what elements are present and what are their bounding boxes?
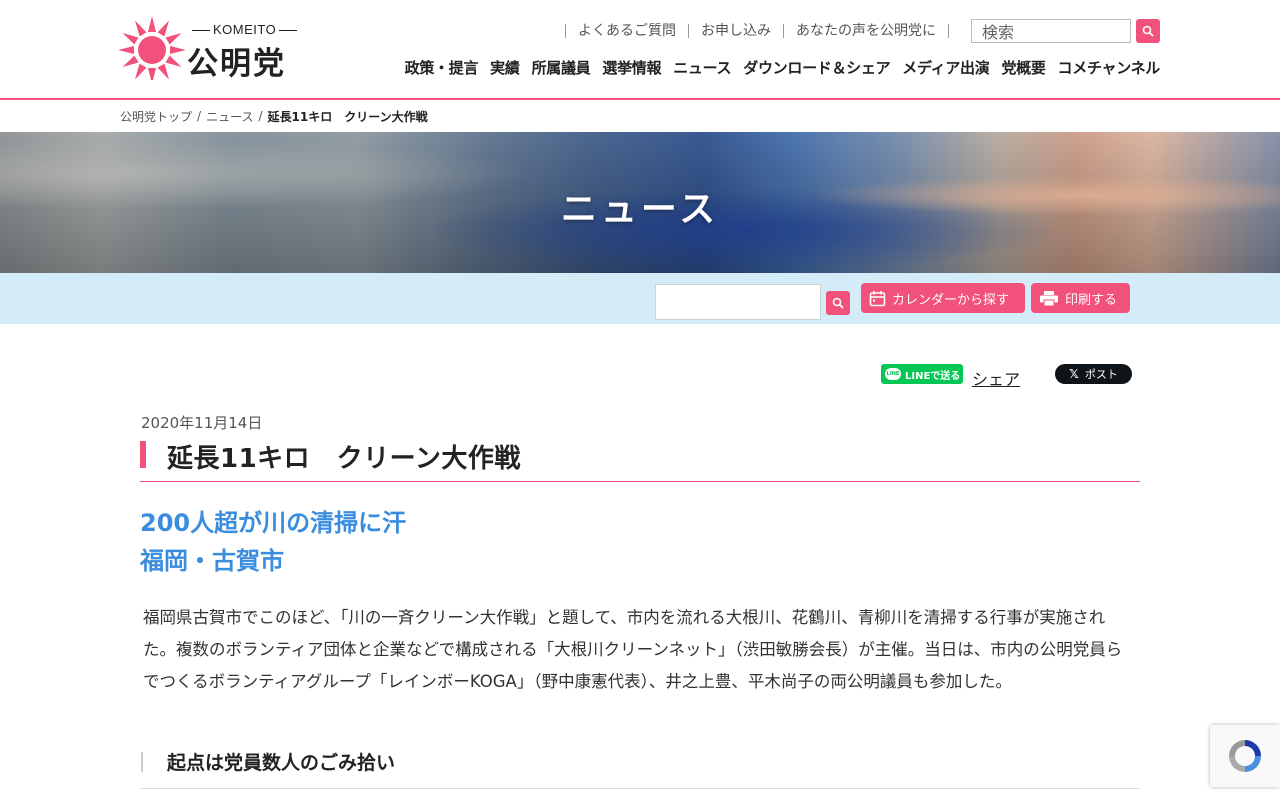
section-heading-bar xyxy=(141,752,143,772)
breadcrumb-news[interactable]: ニュース xyxy=(206,108,253,125)
breadcrumb-separator: / xyxy=(258,109,263,123)
article-body: 福岡県古賀市でこのほど、「川の一斉クリーン大作戦」と題して、市内を流れる大根川、… xyxy=(143,608,1123,691)
calendar-search-button[interactable]: カレンダーから探す xyxy=(861,283,1025,313)
breadcrumb: 公明党トップ / ニュース / 延長11キロ クリーン大作戦 xyxy=(0,100,1280,132)
sun-logo-icon xyxy=(119,16,185,80)
article-title: 延長11キロ クリーン大作戦 xyxy=(167,444,521,474)
subtitle-line-1: 200人超が川の清掃に汗 xyxy=(140,509,407,537)
line-share-label: LINEで送る xyxy=(905,370,961,382)
nav-news[interactable]: ニュース xyxy=(673,57,731,78)
apply-link[interactable]: お申し込み xyxy=(688,24,783,38)
news-search-input[interactable] xyxy=(655,284,821,320)
faq-link[interactable]: よくあるご質問 xyxy=(565,24,688,38)
nav-achievements[interactable]: 実績 xyxy=(490,57,520,78)
site-search-input[interactable] xyxy=(971,19,1131,43)
x-post-label: ポスト xyxy=(1084,368,1118,381)
site-header: KOMEITO 公明党 よくあるご質問 お申し込み あなたの声を公明党に 政策・… xyxy=(0,0,1280,98)
nav-media[interactable]: メディア出演 xyxy=(902,57,989,78)
global-nav: 政策・提言 実績 所属議員 選挙情報 ニュース ダウンロード＆シェア メディア出… xyxy=(393,57,1161,78)
article-subtitle: 200人超が川の清掃に汗 福岡・古賀市 xyxy=(140,504,406,580)
x-post-button[interactable]: 𝕏 ポスト xyxy=(1055,364,1132,384)
nav-policy[interactable]: 政策・提言 xyxy=(405,57,479,78)
article-toolbar: カレンダーから探す 印刷する xyxy=(0,273,1280,324)
subtitle-line-2: 福岡・古賀市 xyxy=(140,547,284,575)
hero-title: ニュース xyxy=(560,189,720,230)
nav-download[interactable]: ダウンロード＆シェア xyxy=(743,57,890,78)
nav-members[interactable]: 所属議員 xyxy=(532,57,591,78)
search-icon xyxy=(832,297,844,309)
line-share-button[interactable]: LINE LINEで送る xyxy=(881,364,963,384)
utility-nav: よくあるご質問 お申し込み あなたの声を公明党に xyxy=(565,18,1160,44)
nav-elections[interactable]: 選挙情報 xyxy=(602,57,661,78)
article-title-block: 延長11キロ クリーン大作戦 xyxy=(140,434,1140,482)
logo-japanese-text: 公明党 xyxy=(187,46,286,82)
printer-icon xyxy=(1040,290,1058,306)
hero-banner: ニュース xyxy=(0,132,1280,273)
share-buttons: LINE LINEで送る シェア 𝕏 ポスト xyxy=(880,364,1140,389)
article-date: 2020年11月14日 xyxy=(141,414,263,432)
recaptcha-badge[interactable] xyxy=(1210,725,1280,787)
voice-link[interactable]: あなたの声を公明党に xyxy=(783,24,949,38)
logo-english-text: KOMEITO xyxy=(189,22,300,37)
print-button-label: 印刷する xyxy=(1065,292,1118,308)
calendar-button-label: カレンダーから探す xyxy=(892,292,1010,308)
site-search-button[interactable] xyxy=(1136,19,1160,43)
line-logo-icon: LINE xyxy=(885,368,901,380)
breadcrumb-current: 延長11キロ クリーン大作戦 xyxy=(267,109,428,124)
section-heading-block: 起点は党員数人のごみ拾い xyxy=(140,744,1140,789)
x-logo-icon: 𝕏 xyxy=(1069,367,1079,381)
recaptcha-icon xyxy=(1229,740,1261,772)
news-search-button[interactable] xyxy=(826,291,850,315)
print-button[interactable]: 印刷する xyxy=(1031,283,1130,313)
breadcrumb-home[interactable]: 公明党トップ xyxy=(120,108,192,125)
section-heading: 起点は党員数人のごみ拾い xyxy=(167,752,396,774)
title-accent-bar xyxy=(140,441,146,468)
site-logo[interactable]: KOMEITO 公明党 xyxy=(119,14,309,82)
breadcrumb-separator: / xyxy=(197,109,202,123)
nav-channel[interactable]: コメチャンネル xyxy=(1058,57,1161,78)
calendar-icon xyxy=(869,290,886,306)
facebook-share-link[interactable]: シェア xyxy=(972,366,1020,390)
nav-about[interactable]: 党概要 xyxy=(1001,57,1045,78)
search-icon xyxy=(1142,25,1154,37)
